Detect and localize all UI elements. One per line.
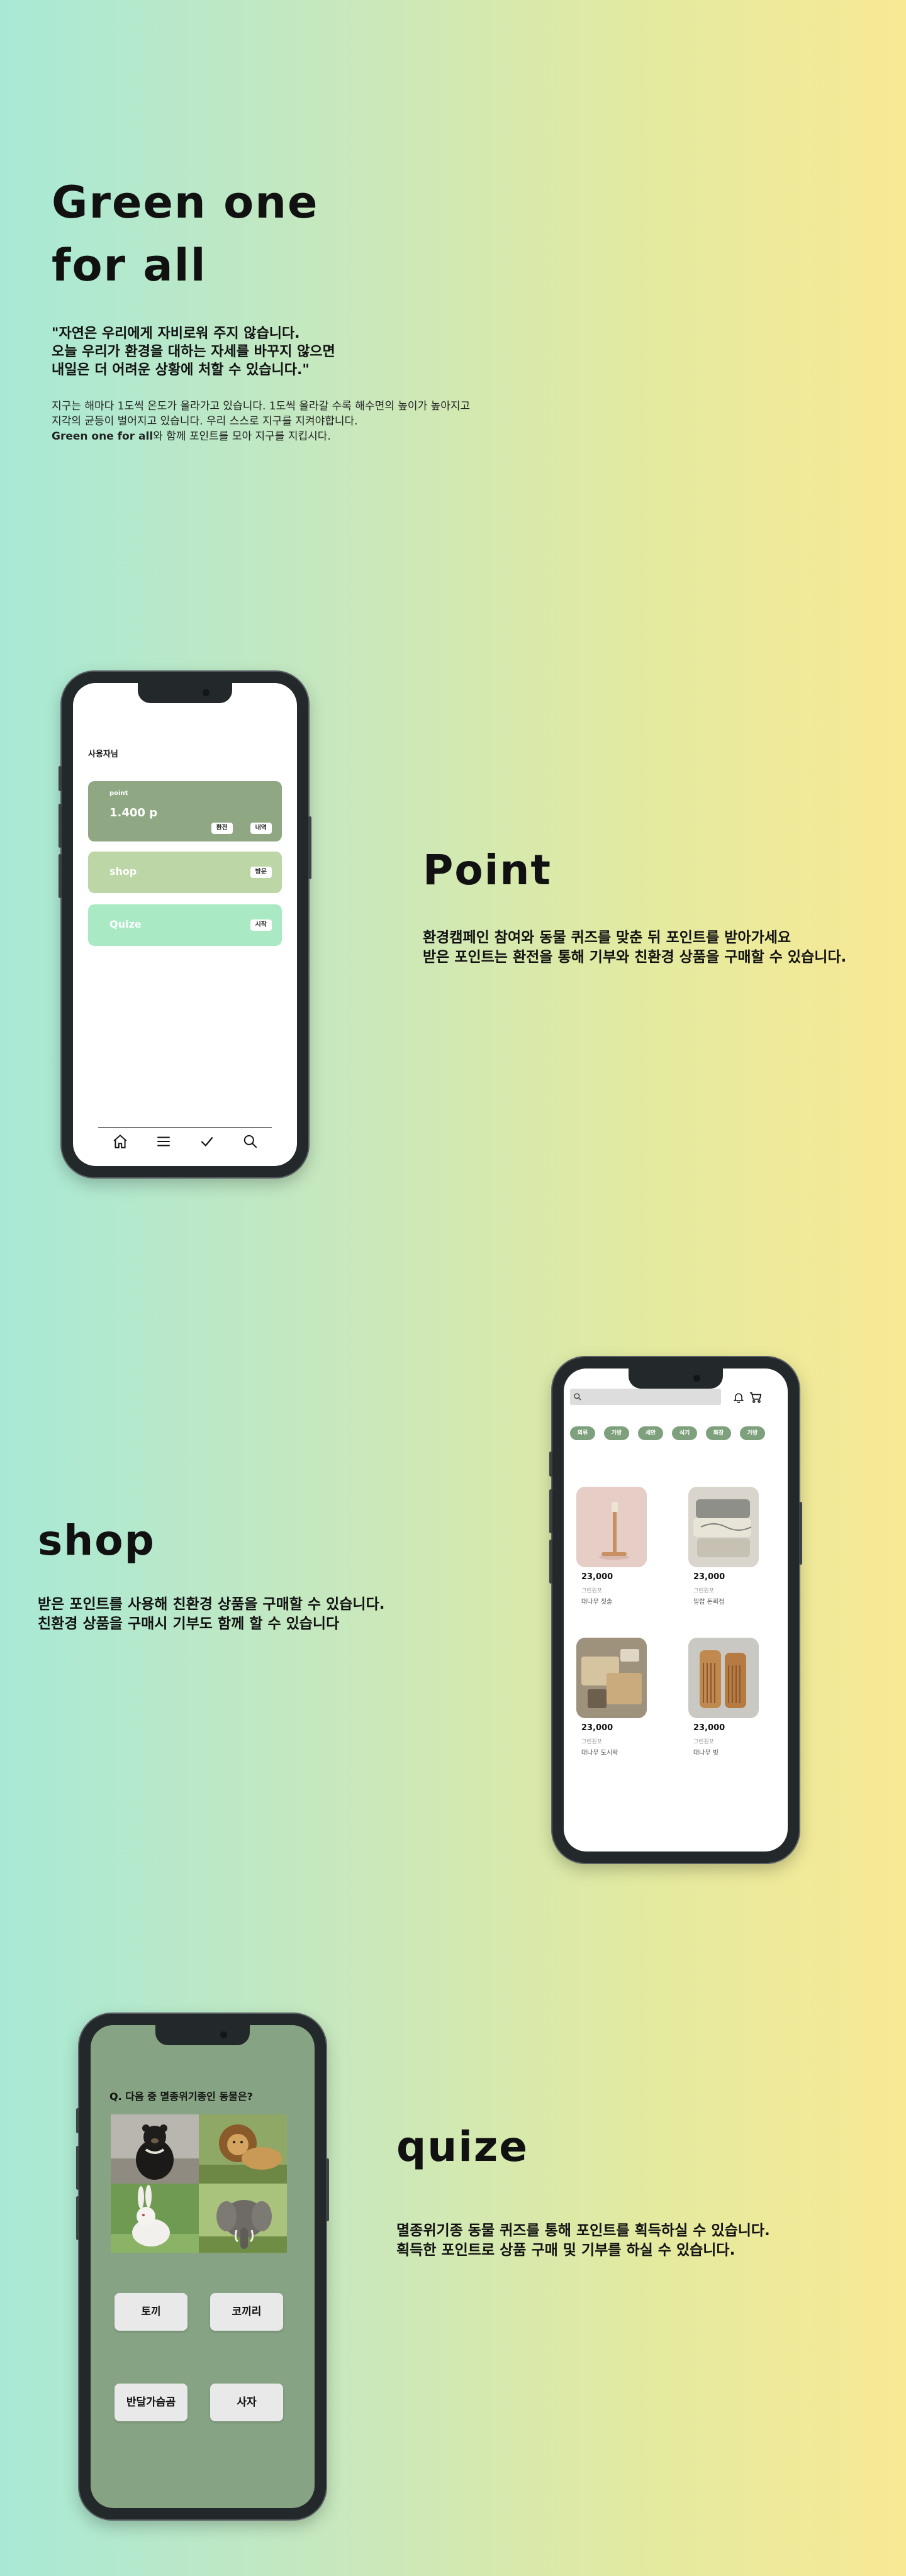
- elephant-image[interactable]: [199, 2184, 287, 2253]
- lion-illustration: [199, 2114, 287, 2184]
- category-chip[interactable]: 식기: [672, 1426, 697, 1440]
- comb-illustration: [688, 1638, 759, 1718]
- bear-illustration: [111, 2114, 199, 2184]
- lion-image[interactable]: [199, 2114, 287, 2184]
- beeswax-wrap-illustration: [688, 1487, 759, 1567]
- product-image-comb[interactable]: [688, 1638, 759, 1718]
- quize-card-label: Quize: [109, 918, 142, 930]
- elephant-illustration: [199, 2184, 287, 2253]
- rabbit-image[interactable]: [111, 2184, 199, 2253]
- hero-quote-line2: 오늘 우리가 환경을 대하는 자세를 바꾸지 않으면: [52, 344, 335, 360]
- quize-section-text: 멸종위기종 동물 퀴즈를 통해 포인트를 획득하실 수 있습니다. 획득한 포인…: [396, 2221, 770, 2260]
- hero-title-line1: Green one: [52, 177, 319, 228]
- category-chip[interactable]: 가방: [604, 1426, 629, 1440]
- hero-quote: "자연은 우리에게 자비로워 주지 않습니다. 오늘 우리가 환경을 대하는 자…: [52, 325, 335, 379]
- phone-screen-shop: 의류 가방 세안 식기 화장 가방 23,000 그린원포 대나무 칫솔 23,…: [564, 1368, 788, 1852]
- hero-description: 지구는 해마다 1도씩 온도가 올라가고 있습니다. 1도씩 올라갈 수록 해수…: [52, 399, 470, 444]
- point-value: 1.400 p: [109, 806, 158, 819]
- quiz-question: Q. 다음 중 멸종위기종인 동물은?: [109, 2090, 253, 2102]
- product-price: 23,000: [581, 1723, 613, 1733]
- exchange-button[interactable]: 환전: [211, 823, 233, 834]
- product-image-beeswax[interactable]: [688, 1487, 759, 1567]
- point-section-line1: 환경캠페인 참여와 동물 퀴즈를 맞춘 뒤 포인트를 받아가세요: [423, 930, 791, 946]
- hero-title-line2: for all: [52, 240, 207, 291]
- product-price: 23,000: [693, 1572, 725, 1582]
- phone-notch: [629, 1368, 723, 1389]
- shop-section-title: shop: [38, 1516, 155, 1565]
- phone-screen-point: 사용자님 point 1.400 p 환전 내역 shop 방문 Quize 시…: [73, 683, 297, 1166]
- product-image-toothbrush[interactable]: [576, 1487, 647, 1567]
- hero-brand-name: Green one for all: [52, 430, 154, 443]
- category-chip[interactable]: 의류: [570, 1426, 595, 1440]
- answer-button-bear[interactable]: 반달가슴곰: [115, 2384, 187, 2421]
- answer-button-rabbit[interactable]: 토끼: [115, 2293, 187, 2331]
- product-name: 대나무 도시락: [581, 1750, 618, 1757]
- hero-desc-line3: Green one for all와 함께 포인트를 모아 지구를 지킵시다.: [52, 429, 470, 444]
- check-icon[interactable]: [199, 1133, 215, 1150]
- hero-desc-line2: 지각의 균등이 벌어지고 있습니다. 우리 스스로 지구를 지켜야합니다.: [52, 415, 358, 428]
- point-section-line2: 받은 포인트는 환전을 통해 기부와 친환경 상품을 구매할 수 있습니다.: [423, 949, 847, 965]
- shop-section-line1: 받은 포인트를 사용해 친환경 상품을 구매할 수 있습니다.: [38, 1596, 385, 1613]
- category-chip[interactable]: 화장: [706, 1426, 731, 1440]
- shop-section-line2: 친환경 상품을 구매시 기부도 함께 할 수 있습니다: [38, 1616, 340, 1632]
- shop-search-input[interactable]: [570, 1389, 721, 1405]
- cart-icon[interactable]: [749, 1391, 763, 1404]
- hero-quote-line3: 내일은 더 어려운 상황에 처할 수 있습니다.": [52, 362, 310, 378]
- quize-section-line1: 멸종위기종 동물 퀴즈를 통해 포인트를 획득하실 수 있습니다.: [396, 2223, 770, 2239]
- toothbrush-illustration: [576, 1487, 647, 1567]
- answer-button-elephant[interactable]: 코끼리: [210, 2293, 283, 2331]
- menu-icon[interactable]: [155, 1133, 172, 1150]
- category-chip[interactable]: 가방: [740, 1426, 765, 1440]
- quize-section-line2: 획득한 포인트로 상품 구매 및 기부를 하실 수 있습니다.: [396, 2242, 735, 2258]
- user-greeting: 사용자님: [88, 750, 118, 759]
- phone-notch: [155, 2025, 250, 2045]
- hero-desc-line3-rest: 와 함께 포인트를 모아 지구를 지킵시다.: [153, 430, 331, 443]
- rabbit-illustration: [111, 2184, 199, 2253]
- lunchbox-illustration: [576, 1638, 647, 1718]
- hero-desc-line1: 지구는 해마다 1도씩 온도가 올라가고 있습니다. 1도씩 올라갈 수록 해수…: [52, 400, 471, 413]
- bottom-tab-bar: [98, 1127, 272, 1155]
- point-card[interactable]: point 1.400 p 환전 내역: [88, 781, 282, 841]
- hero-quote-line1: "자연은 우리에게 자비로워 주지 않습니다.: [52, 326, 300, 341]
- home-icon[interactable]: [112, 1133, 128, 1150]
- point-section-text: 환경캠페인 참여와 동물 퀴즈를 맞춘 뒤 포인트를 받아가세요 받은 포인트는…: [423, 928, 846, 967]
- bear-image[interactable]: [111, 2114, 199, 2184]
- product-brand: 그린원포: [581, 1588, 603, 1594]
- product-name: 대나무 빗: [693, 1750, 719, 1757]
- phone-mockup-point: 사용자님 point 1.400 p 환전 내역 shop 방문 Quize 시…: [59, 672, 311, 1177]
- phone-mockup-shop: 의류 가방 세안 식기 화장 가방 23,000 그린원포 대나무 칫솔 23,…: [549, 1357, 802, 1863]
- quize-section-title: quize: [396, 2123, 529, 2171]
- category-chip[interactable]: 세안: [638, 1426, 663, 1440]
- point-section-title: Point: [423, 846, 552, 894]
- answer-button-lion[interactable]: 사자: [210, 2384, 283, 2421]
- phone-screen-quize: Q. 다음 중 멸종위기종인 동물은? 토끼 코끼리 반달가슴곰 사자: [91, 2025, 315, 2508]
- product-price: 23,000: [581, 1572, 613, 1582]
- search-icon: [574, 1393, 581, 1401]
- product-image-lunchbox[interactable]: [576, 1638, 647, 1718]
- product-brand: 그린원포: [693, 1739, 715, 1745]
- product-price: 23,000: [693, 1723, 725, 1733]
- product-brand: 그린원포: [693, 1588, 715, 1594]
- point-label: point: [109, 790, 128, 797]
- shop-visit-button[interactable]: 방문: [250, 867, 272, 878]
- product-brand: 그린원포: [581, 1739, 603, 1745]
- product-name: 대나무 칫솔: [581, 1599, 613, 1606]
- product-name: 밀랍 돈회점: [693, 1599, 725, 1606]
- shop-card-label: shop: [109, 865, 137, 877]
- search-icon[interactable]: [242, 1133, 259, 1150]
- history-button[interactable]: 내역: [250, 823, 272, 834]
- phone-notch: [138, 683, 232, 703]
- bell-icon[interactable]: [732, 1391, 745, 1404]
- shop-section-text: 받은 포인트를 사용해 친환경 상품을 구매할 수 있습니다. 친환경 상품을 …: [38, 1595, 384, 1634]
- phone-mockup-quize: Q. 다음 중 멸종위기종인 동물은? 토끼 코끼리 반달가슴곰 사자: [76, 2014, 329, 2519]
- quize-card[interactable]: Quize 시작: [88, 904, 282, 946]
- shop-card[interactable]: shop 방문: [88, 852, 282, 893]
- quize-start-button[interactable]: 시작: [250, 919, 272, 931]
